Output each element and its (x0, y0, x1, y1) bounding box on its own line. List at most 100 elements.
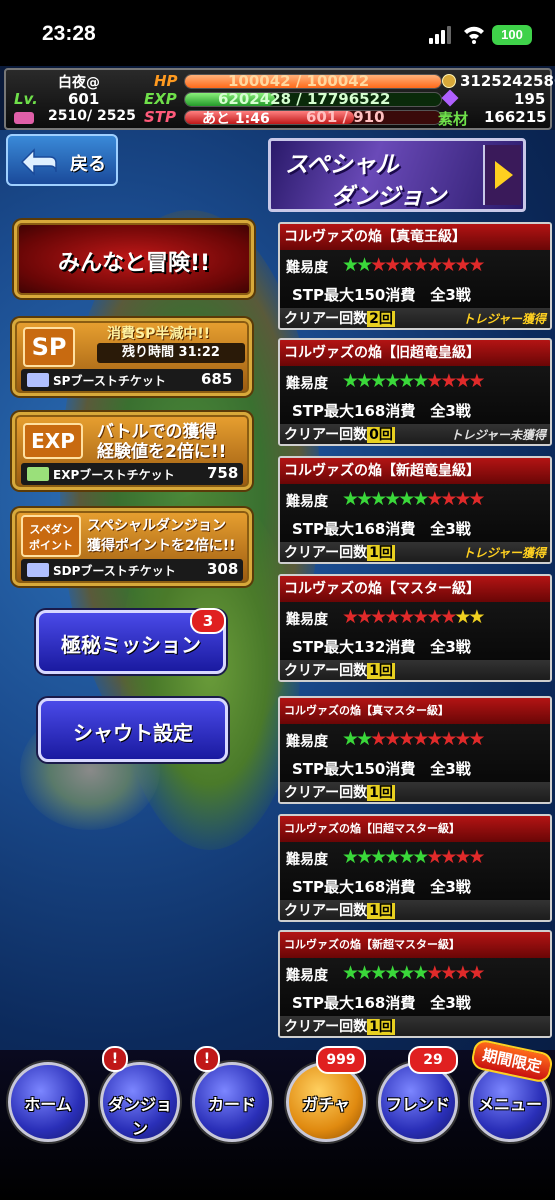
gem-icon (441, 89, 459, 107)
level-label: Lv. (14, 90, 38, 108)
star-green-icon: ★ (342, 370, 359, 392)
star-red-icon: ★ (426, 962, 443, 984)
difficulty-stars: ★★★★★★★★★★ (342, 846, 485, 868)
star-green-icon: ★ (384, 846, 401, 868)
star-red-icon: ★ (426, 254, 443, 276)
special-dungeon-banner[interactable]: スペシャル ダンジョン (268, 138, 526, 212)
star-red-icon: ★ (454, 728, 471, 750)
star-red-icon: ★ (370, 254, 387, 276)
difficulty-label: 難易度 (286, 968, 328, 984)
star-green-icon: ★ (356, 728, 373, 750)
nav-label: フレンド (385, 1095, 450, 1114)
star-green-icon: ★ (398, 962, 415, 984)
star-green-icon: ★ (398, 846, 415, 868)
nav-button-4[interactable]: フレンド (378, 1062, 458, 1142)
dungeon-card[interactable]: コルヴァズの焔【新超竜皇級】 難易度 ★★★★★★★★★★ STP最大168消費 全3… (278, 456, 552, 564)
star-red-icon: ★ (454, 254, 471, 276)
star-red-icon: ★ (454, 846, 471, 868)
difficulty-stars: ★★★★★★★★★★ (342, 606, 485, 628)
dungeon-card[interactable]: コルヴァズの焔【マスター級】 難易度 ★★★★★★★★★★ STP最大132消費 全3… (278, 574, 552, 682)
sdp-badge-line1: スペダン (29, 523, 73, 536)
treasure-status: トレジャー未獲得 (450, 428, 546, 442)
clear-count: 0回 (367, 427, 395, 443)
star-red-icon: ★ (440, 254, 457, 276)
adventure-button[interactable]: みんなと冒険!! (14, 220, 254, 298)
nav-label: カード (207, 1095, 256, 1114)
difficulty-label: 難易度 (286, 494, 328, 510)
star-red-icon: ★ (468, 846, 485, 868)
dungeon-title: コルヴァズの焔【旧超マスター級】 (280, 816, 550, 842)
difficulty-stars: ★★★★★★★★★★ (342, 370, 485, 392)
star-green-icon: ★ (384, 488, 401, 510)
sdp-line1: スペシャルダンジョン (87, 518, 227, 534)
star-red-icon: ★ (412, 254, 429, 276)
difficulty-label: 難易度 (286, 734, 328, 750)
exp-line2: 経験値を2倍に!! (97, 442, 227, 462)
sp-ticket-row: SPブーストチケット 685 (21, 369, 243, 391)
dungeon-card[interactable]: コルヴァズの焔【真竜王級】 難易度 ★★★★★★★★★★ STP最大150消費 全3戦… (278, 222, 552, 330)
star-green-icon: ★ (342, 846, 359, 868)
dungeon-card[interactable]: コルヴァズの焔【旧超竜皇級】難易度 ★★★★★★★★★★ STP最大168消費 全3… (278, 338, 552, 446)
clear-label: クリアー回数 (284, 785, 368, 801)
back-button[interactable]: 戻る (6, 134, 118, 186)
star-red-icon: ★ (440, 606, 457, 628)
nav-button-0[interactable]: ホーム (8, 1062, 88, 1142)
star-green-icon: ★ (342, 728, 359, 750)
star-red-icon: ★ (468, 488, 485, 510)
sp-time-left: 残り時間 31:22 (97, 343, 245, 363)
star-red-icon: ★ (426, 370, 443, 392)
stamina-item-icon (14, 112, 34, 124)
clear-label: クリアー回数 (284, 1019, 368, 1035)
star-green-icon: ★ (370, 846, 387, 868)
clear-row: クリアー回数 1回 (280, 1016, 550, 1036)
exp-ticket-count: 758 (207, 464, 239, 482)
nav-badge: ! (102, 1046, 128, 1072)
star-red-icon: ★ (454, 962, 471, 984)
clear-row: クリアー回数 1回 (280, 782, 550, 802)
dungeon-title: コルヴァズの焔【マスター級】 (280, 576, 550, 602)
dungeon-card[interactable]: コルヴァズの焔【新超マスター級】 難易度 ★★★★★★★★★★ STP最大168消費 … (278, 930, 552, 1038)
stp-label: STP (144, 108, 177, 126)
stp-timer: あと 1:46 (202, 111, 270, 127)
clear-row: クリアー回数 2回 トレジャー獲得 (280, 308, 550, 328)
secret-mission-label: 極秘ミッション (61, 633, 201, 657)
difficulty-label: 難易度 (286, 376, 328, 392)
dungeon-stp: STP最大168消費 全3戦 (292, 402, 471, 420)
sdp-boost-panel[interactable]: スペダン ポイント スペシャルダンジョン 獲得ポイントを2倍に!! SDPブース… (12, 508, 252, 586)
star-green-icon: ★ (356, 962, 373, 984)
shout-settings-button[interactable]: シャウト設定 (38, 698, 228, 762)
star-green-icon: ★ (356, 488, 373, 510)
star-green-icon: ★ (342, 254, 359, 276)
sdp-badge-line2: ポイント (29, 539, 73, 552)
nav-badge: ! (194, 1046, 220, 1072)
sp-line1: 消費SP半減中!! (107, 326, 211, 342)
star-red-icon: ★ (440, 846, 457, 868)
nav-button-1[interactable]: ダンジョン (100, 1062, 180, 1142)
star-red-icon: ★ (356, 606, 373, 628)
star-green-icon: ★ (412, 488, 429, 510)
dungeon-card[interactable]: コルヴァズの焔【旧超マスター級】 難易度 ★★★★★★★★★★ STP最大168消費 … (278, 814, 552, 922)
star-red-icon: ★ (440, 370, 457, 392)
material-amount: 166215 (484, 108, 547, 126)
dungeon-title: コルヴァズの焔【旧超竜皇級】 (280, 340, 550, 366)
exp-label: EXP (144, 90, 177, 108)
mission-count-badge: 3 (190, 608, 226, 634)
exp-boost-panel[interactable]: EXP バトルでの獲得 経験値を2倍に!! EXPブーストチケット 758 (12, 412, 252, 490)
star-green-icon: ★ (356, 254, 373, 276)
sdp-ticket-count: 308 (207, 560, 239, 578)
star-red-icon: ★ (468, 962, 485, 984)
star-red-icon: ★ (468, 728, 485, 750)
star-red-icon: ★ (370, 728, 387, 750)
clear-label: クリアー回数 (284, 311, 368, 327)
sp-boost-panel[interactable]: SP 消費SP半減中!! 残り時間 31:22 SPブーストチケット 685 (12, 318, 252, 396)
nav-button-2[interactable]: カード (192, 1062, 272, 1142)
exp-ticket-name: EXPブーストチケット (53, 468, 175, 482)
star-red-icon: ★ (440, 962, 457, 984)
nav-button-3[interactable]: ガチャ (286, 1062, 366, 1142)
clear-row: クリアー回数 0回 トレジャー未獲得 (280, 424, 550, 444)
status-time: 23:28 (42, 22, 96, 45)
dungeon-card[interactable]: コルヴァズの焔【真マスター級】 難易度 ★★★★★★★★★★ STP最大150消費 全… (278, 696, 552, 804)
nav-label: ガチャ (302, 1095, 350, 1114)
dungeon-stp: STP最大150消費 全3戦 (292, 760, 471, 778)
dungeon-stp: STP最大168消費 全3戦 (292, 520, 471, 538)
